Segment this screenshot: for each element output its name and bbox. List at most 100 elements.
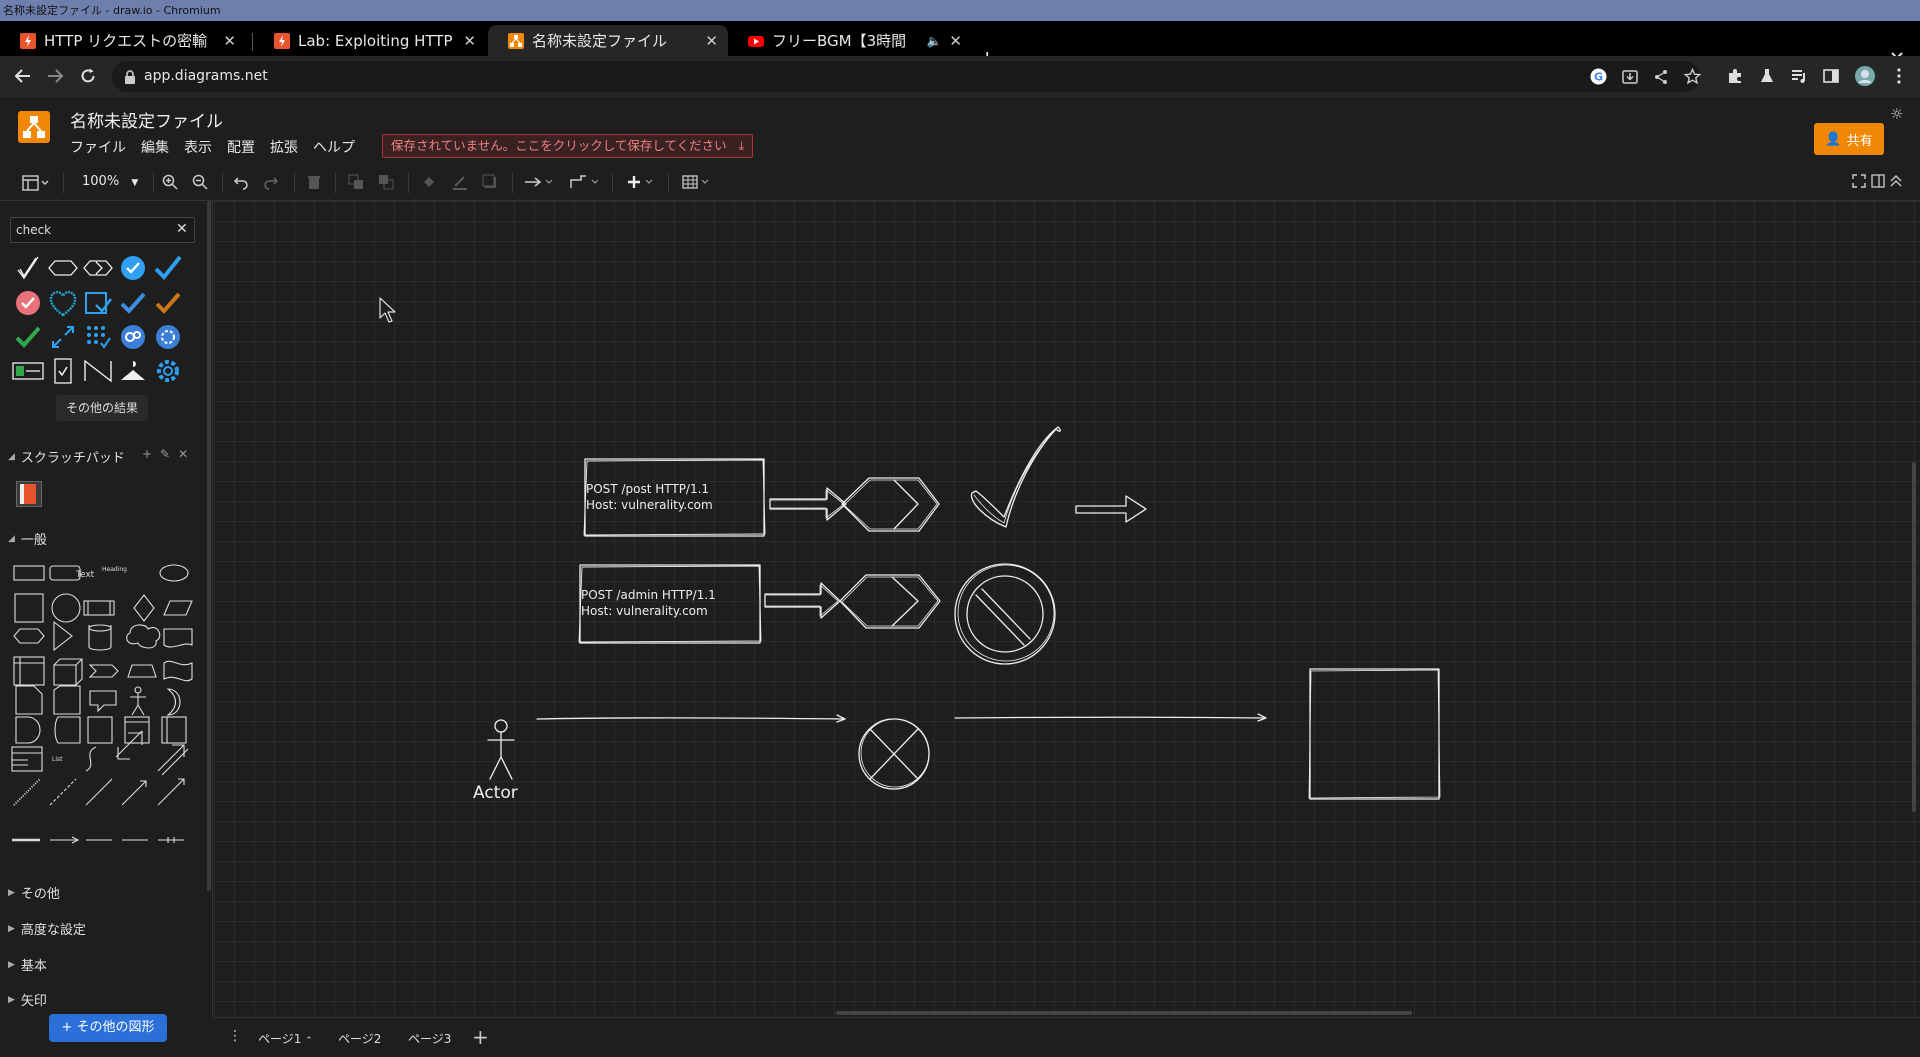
zoom-out-icon[interactable]	[192, 174, 208, 190]
page-tab-1[interactable]: ページ1 ⌃	[258, 1030, 313, 1047]
install-app-icon[interactable]	[1622, 69, 1638, 85]
checkmark-sketch[interactable]	[970, 426, 1061, 528]
actor-figure[interactable]	[487, 719, 515, 780]
browser-tab-2[interactable]: Lab: Exploiting HTTP ✕	[254, 25, 486, 56]
share-button[interactable]: 👤 共有	[1814, 123, 1884, 155]
line-color-icon[interactable]	[452, 174, 468, 190]
zoom-level-dropdown[interactable]: 100% ▼	[82, 174, 138, 189]
services-circle-icon[interactable]	[116, 320, 150, 354]
section-arrows-header[interactable]: ▶ 矢印	[8, 990, 47, 1009]
tab-close-icon[interactable]: ✕	[463, 32, 476, 50]
forward-arrow-icon[interactable]	[46, 67, 64, 85]
extensions-puzzle-icon[interactable]	[1726, 67, 1744, 85]
page-tab-2[interactable]: ページ2	[338, 1030, 381, 1047]
hexagon-shape-icon[interactable]	[46, 251, 80, 285]
n-line-icon[interactable]	[81, 354, 115, 388]
share-icon[interactable]	[1653, 69, 1669, 85]
menu-view[interactable]: 表示	[184, 137, 212, 157]
browser-tab-1[interactable]: HTTP リクエストの密輸 ✕	[0, 25, 246, 56]
gear-check-blue-icon[interactable]	[151, 320, 185, 354]
tag-shape-2[interactable]	[839, 574, 941, 629]
connector-arrow-1[interactable]	[536, 714, 846, 723]
canvas-vertical-scrollbar[interactable]	[1912, 462, 1916, 812]
shape-search-input[interactable]	[10, 217, 195, 243]
hanger-icon[interactable]	[116, 354, 150, 388]
section-advanced-header[interactable]: ▶ 高度な設定	[8, 919, 86, 938]
redo-icon[interactable]	[263, 174, 279, 190]
theme-sun-icon[interactable]: ☼	[1890, 105, 1903, 123]
to-back-icon[interactable]	[378, 174, 394, 190]
browser-tab-3-active[interactable]: 名称未設定ファイル ✕	[488, 25, 728, 56]
google-icon[interactable]: G	[1590, 68, 1607, 85]
connector-arrow-2[interactable]	[954, 713, 1267, 722]
block-arrow-1[interactable]	[769, 487, 847, 521]
checkmark-blue-icon[interactable]	[151, 251, 185, 285]
tag-shape-1[interactable]	[841, 477, 940, 532]
bookmark-star-icon[interactable]	[1684, 68, 1701, 85]
media-queue-icon[interactable]	[1790, 67, 1808, 85]
tab-close-icon[interactable]: ✕	[705, 32, 718, 50]
menu-file[interactable]: ファイル	[70, 137, 126, 157]
back-arrow-icon[interactable]	[14, 67, 32, 85]
unsaved-notice-button[interactable]: 保存されていません。ここをクリックして保存してください ⤓	[382, 134, 754, 158]
grid-check-icon[interactable]	[81, 320, 115, 354]
checkmark-orange-icon[interactable]	[151, 286, 185, 320]
check-circle-blue-icon[interactable]	[116, 251, 150, 285]
waypoints-icon[interactable]	[570, 174, 604, 190]
canvas-horizontal-scrollbar[interactable]	[836, 1011, 1412, 1015]
arrows-diagonal-icon[interactable]	[46, 320, 80, 354]
fill-color-icon[interactable]	[421, 174, 437, 190]
calendar-check-icon[interactable]	[81, 286, 115, 320]
menu-help[interactable]: ヘルプ	[313, 137, 355, 157]
menu-arrange[interactable]: 配置	[227, 137, 255, 157]
collapse-chevron-up-icon[interactable]	[1889, 174, 1903, 188]
prohibited-sign[interactable]	[954, 563, 1056, 665]
insert-plus-icon[interactable]	[626, 174, 660, 190]
checkmark-blue-small-icon[interactable]	[116, 286, 150, 320]
zoom-in-icon[interactable]	[162, 174, 178, 190]
to-front-icon[interactable]	[348, 174, 364, 190]
general-shape-heading[interactable]: Heading	[102, 566, 127, 573]
general-section-header[interactable]: ◢ 一般	[8, 529, 47, 548]
table-icon[interactable]	[682, 174, 716, 190]
heart-check-icon[interactable]	[46, 286, 80, 320]
gear-outline-blue-icon[interactable]	[151, 354, 185, 388]
more-results-button[interactable]: その他の結果	[56, 395, 149, 421]
pages-menu-icon[interactable]: ⋮	[228, 1028, 242, 1044]
side-panel-icon[interactable]	[1822, 67, 1840, 85]
scratchpad-header[interactable]: ◢ スクラッチパッド	[8, 447, 125, 466]
document-check-icon[interactable]	[46, 354, 80, 388]
clear-search-icon[interactable]: ✕	[176, 221, 188, 237]
section-other-header[interactable]: ▶ その他	[8, 883, 60, 902]
scratchpad-tools[interactable]: +✎✕	[142, 447, 196, 461]
reload-icon[interactable]	[79, 67, 97, 85]
delete-trash-icon[interactable]	[307, 174, 321, 190]
tab-close-icon[interactable]: ✕	[223, 32, 236, 50]
block-arrow-2[interactable]	[764, 582, 841, 619]
more-shapes-button[interactable]: + その他の図形	[49, 1014, 167, 1042]
add-page-icon[interactable]: +	[472, 1025, 489, 1049]
scratchpad-item[interactable]	[16, 481, 42, 507]
speaker-icon[interactable]: 🔈	[926, 34, 941, 48]
browser-tab-4[interactable]: フリーBGM【3時間 🔈 ✕	[728, 25, 972, 56]
lock-icon[interactable]	[124, 70, 136, 84]
empty-square[interactable]	[1308, 668, 1441, 800]
checkmark-green-icon[interactable]	[11, 320, 45, 354]
block-arrow-1b[interactable]	[1075, 495, 1147, 523]
profile-avatar-icon[interactable]	[1854, 65, 1876, 87]
menu-edit[interactable]: 編集	[141, 137, 169, 157]
diagram-canvas[interactable]: POST /post HTTP/1.1 Host: vulnerality.co…	[214, 201, 1920, 1017]
connection-style-icon[interactable]	[524, 174, 558, 190]
tag-shape-icon[interactable]	[81, 251, 115, 285]
check-circle-pink-icon[interactable]	[11, 286, 45, 320]
menu-extras[interactable]: 拡張	[270, 137, 298, 157]
format-panel-toggle-icon[interactable]	[22, 174, 50, 192]
general-shape-text[interactable]: Text	[75, 570, 95, 580]
checkmark-sketch-icon[interactable]	[11, 251, 45, 285]
page-tab-3[interactable]: ページ3	[408, 1030, 451, 1047]
crossed-circle[interactable]	[858, 718, 930, 790]
browser-menu-icon[interactable]	[1890, 67, 1908, 85]
fullscreen-icon[interactable]	[1852, 174, 1866, 188]
undo-icon[interactable]	[233, 174, 249, 190]
address-bar[interactable]: app.diagrams.net G	[112, 61, 1701, 92]
